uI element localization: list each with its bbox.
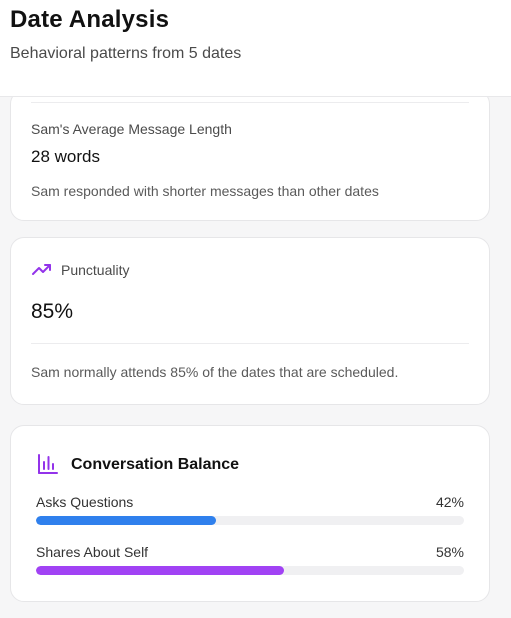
progress-track <box>36 566 464 575</box>
card-divider <box>31 343 469 344</box>
page-header: Date Analysis Behavioral patterns from 5… <box>0 0 511 97</box>
punctuality-card: Punctuality 85% Sam normally attends 85%… <box>10 237 490 405</box>
message-length-card: Sam's Average Message Length 28 words Sa… <box>10 90 490 221</box>
punctuality-value: 85% <box>31 300 74 323</box>
card-divider <box>31 102 469 103</box>
progress-fill <box>36 516 216 525</box>
trending-up-icon <box>31 262 53 276</box>
conversation-balance-title: Conversation Balance <box>71 456 240 473</box>
message-length-value: 28 words <box>31 147 100 166</box>
bar-percent: 42% <box>435 494 464 510</box>
progress-fill <box>36 566 285 575</box>
page-title: Date Analysis <box>10 6 170 33</box>
conversation-balance-card: Conversation Balance Asks Questions 42% … <box>10 425 490 602</box>
message-length-label: Sam's Average Message Length <box>31 121 232 137</box>
progress-track <box>36 516 464 525</box>
message-length-description: Sam responded with shorter messages than… <box>31 183 379 199</box>
bar-label: Asks Questions <box>36 494 134 510</box>
punctuality-description: Sam normally attends 85% of the dates th… <box>31 364 399 380</box>
bar-chart-icon <box>37 453 59 475</box>
bar-label: Shares About Self <box>36 544 149 560</box>
punctuality-label: Punctuality <box>61 262 130 278</box>
bar-percent: 58% <box>435 544 464 560</box>
page-subtitle: Behavioral patterns from 5 dates <box>10 45 242 62</box>
